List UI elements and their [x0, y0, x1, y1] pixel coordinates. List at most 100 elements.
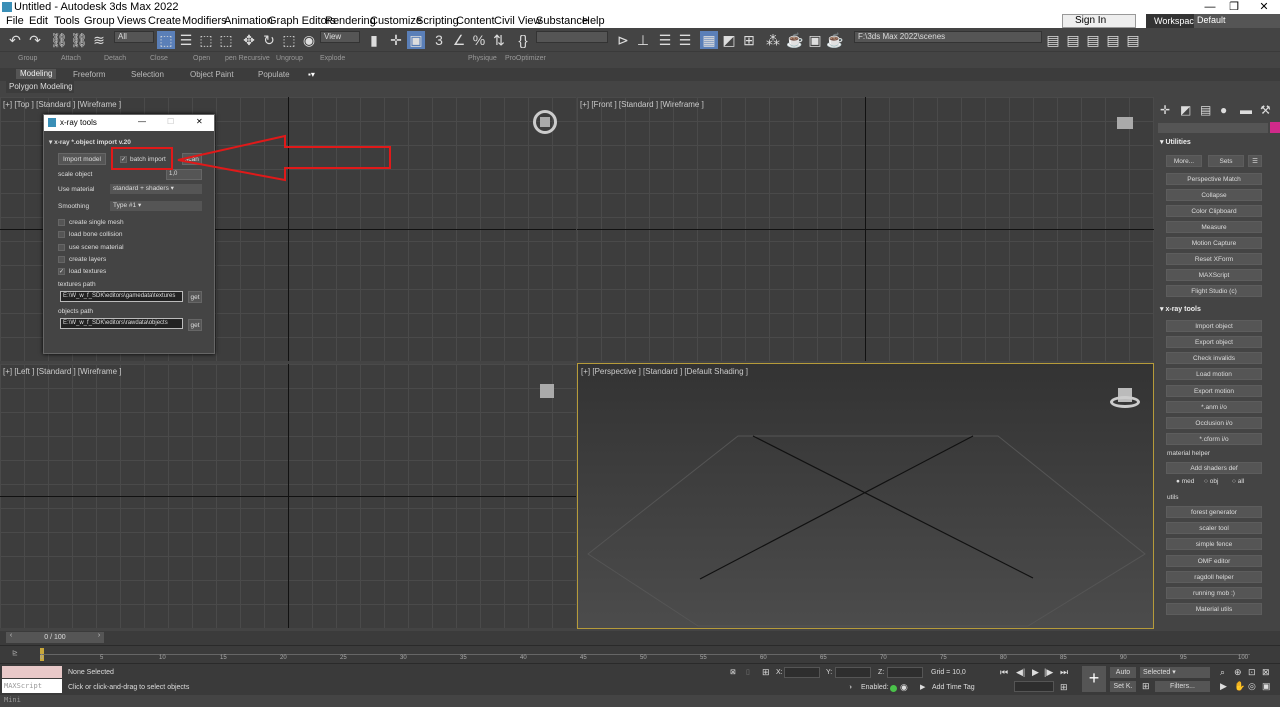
auto-key-button[interactable]: Auto [1110, 667, 1136, 678]
open-recursive-label[interactable]: pen Recursive [225, 55, 270, 62]
project-path-dropdown[interactable]: F:\3ds Max 2022\scenes [854, 31, 1042, 43]
add-time-tag-icon[interactable]: ▶ [920, 683, 925, 691]
redo-icon[interactable]: ↷ [26, 31, 44, 49]
go-to-start-icon[interactable]: ⏮ [1000, 667, 1008, 678]
add-shaders-def-button[interactable]: Add shaders def [1166, 462, 1262, 474]
tab-modeling[interactable]: Modeling [16, 69, 57, 79]
isolate-icon[interactable]: ⊠ [730, 668, 736, 676]
objects-path-field[interactable]: E:\W_w_f_SDK\editors\rawdata\objects [60, 318, 183, 329]
use-scene-material-checkbox[interactable] [58, 244, 65, 251]
maximize-button[interactable]: ❐ [1222, 0, 1246, 14]
key-filter-dropdown[interactable]: Selected ▾ [1140, 667, 1210, 678]
hierarchy-tab-icon[interactable]: ▤ [1200, 103, 1211, 117]
project-folder-icon[interactable]: ▤ [1044, 31, 1062, 49]
x-coord-field[interactable] [784, 667, 820, 678]
material-utils-button[interactable]: Material utils [1166, 603, 1262, 615]
motion-tab-icon[interactable]: ● [1220, 103, 1227, 117]
scaler-tool-button[interactable]: scaler tool [1166, 522, 1262, 534]
textures-get-button[interactable]: get [188, 291, 202, 303]
set-key-button[interactable]: Set K. [1110, 681, 1136, 692]
angle-snap-icon[interactable]: ∠ [450, 31, 468, 49]
select-manipulate-icon[interactable]: ✛ [387, 31, 405, 49]
dialog-close-button[interactable]: ✕ [196, 117, 203, 126]
viewcube-icon[interactable] [540, 384, 554, 398]
viewport-left-label[interactable]: [+] [Left ] [Standard ] [Wireframe ] [3, 367, 122, 376]
motion-capture-button[interactable]: Motion Capture [1166, 237, 1262, 249]
maximize-viewport-icon[interactable]: ▣ [1262, 681, 1271, 692]
utilities-rollout-header[interactable]: ▾ Utilities [1160, 138, 1191, 146]
textures-path-field[interactable]: E:\W_w_f_SDK\editors\gamedata\textures [60, 291, 183, 302]
explode-label[interactable]: Explode [320, 55, 345, 62]
sets-button[interactable]: Sets [1208, 155, 1244, 167]
ungroup-label[interactable]: Ungroup [276, 55, 303, 62]
radio-obj[interactable]: ○ obj [1204, 478, 1218, 485]
tab-freeform[interactable]: Freeform [73, 70, 105, 79]
flight-studio-button[interactable]: Flight Studio (c) [1166, 285, 1262, 297]
scan-button[interactable]: scan [182, 153, 202, 165]
add-time-tag[interactable]: Add Time Tag [932, 684, 975, 691]
rollout-header[interactable]: ▾ x-ray *.object import v.20 [49, 138, 131, 146]
key-filters-button[interactable]: Filters... [1155, 681, 1210, 692]
measure-button[interactable]: Measure [1166, 221, 1262, 233]
radio-med[interactable]: ● med [1176, 478, 1194, 485]
create-layers-checkbox[interactable] [58, 256, 65, 263]
load-bone-collision-checkbox[interactable] [58, 231, 65, 238]
cform-io-button[interactable]: *.cform i/o [1166, 433, 1262, 445]
placement-icon[interactable]: ◉ [300, 31, 318, 49]
curve-editor-icon[interactable]: ◩ [720, 31, 738, 49]
tab-object-paint[interactable]: Object Paint [190, 70, 234, 79]
menu-animation[interactable]: Animation [224, 15, 273, 27]
viewcube-icon[interactable] [1117, 117, 1133, 129]
modify-tab-icon[interactable]: ◩ [1180, 103, 1191, 117]
select-object-icon[interactable]: ⬚ [157, 31, 175, 49]
dialog-title-bar[interactable]: x-ray tools — ☐ ✕ [44, 115, 214, 131]
physique-label[interactable]: Physique [468, 55, 497, 62]
percent-snap-icon[interactable]: % [470, 31, 488, 49]
dialog-minimize-button[interactable]: — [138, 117, 146, 126]
play-icon[interactable]: ▶ [1032, 667, 1039, 678]
reset-xform-button[interactable]: Reset XForm [1166, 253, 1262, 265]
zoom-icon[interactable]: ⌕ [1220, 667, 1225, 678]
toolbar-tool-icon[interactable]: ▤ [1084, 31, 1102, 49]
toolbar-tool-icon[interactable]: ▤ [1104, 31, 1122, 49]
ribbon-toggle-icon[interactable]: ▦ [700, 31, 718, 49]
perspective-match-button[interactable]: Perspective Match [1166, 173, 1262, 185]
group-label[interactable]: Group [18, 55, 37, 62]
track-bar[interactable]: ⊵ 0 5 10 15 20 25 30 35 40 45 50 55 60 6… [0, 645, 1280, 663]
close-button[interactable]: ✕ [1252, 0, 1276, 14]
simple-fence-button[interactable]: simple fence [1166, 538, 1262, 550]
lock-selection-icon[interactable]: ▯ [746, 668, 750, 676]
minimize-button[interactable]: — [1198, 0, 1222, 14]
viewcube-icon[interactable] [1110, 386, 1140, 408]
ref-coord-dropdown[interactable]: View [320, 31, 360, 43]
bind-space-warp-icon[interactable]: ≋ [90, 31, 108, 49]
go-to-end-icon[interactable]: ⏭ [1060, 667, 1068, 678]
abs-mode-icon[interactable]: ⊞ [762, 667, 770, 678]
ribbon-options-icon[interactable]: ▪▾ [308, 70, 315, 79]
time-config-icon[interactable]: ⊞ [1060, 682, 1068, 693]
viewport-front-label[interactable]: [+] [Front ] [Standard ] [Wireframe ] [580, 100, 704, 109]
material-editor-icon[interactable]: ⁂ [764, 31, 782, 49]
undo-icon[interactable]: ↶ [6, 31, 24, 49]
open-label[interactable]: Open [193, 55, 210, 62]
prooptimizer-label[interactable]: ProOptimizer [505, 55, 546, 62]
menu-content[interactable]: Content [456, 15, 495, 27]
maxscript-button[interactable]: MAXScript [1166, 269, 1262, 281]
display-tab-icon[interactable]: ▬ [1240, 103, 1252, 117]
export-object-button[interactable]: Export object [1166, 336, 1262, 348]
workspace-dropdown[interactable]: Default [1194, 14, 1280, 28]
toolbar-tool-icon[interactable]: ▤ [1064, 31, 1082, 49]
tab-populate[interactable]: Populate [258, 70, 290, 79]
snaps-icon[interactable]: 3 [430, 31, 448, 49]
more-button[interactable]: More... [1166, 155, 1202, 167]
utilities-tab-icon[interactable]: ⚒ [1260, 103, 1271, 117]
collapse-button[interactable]: Collapse [1166, 189, 1262, 201]
link-icon[interactable]: ⛓ [50, 31, 68, 49]
keyboard-shortcut-icon[interactable]: ▣ [407, 31, 425, 49]
scene-explorer-icon[interactable]: ☰ [656, 31, 674, 49]
polygon-modeling-tab[interactable]: Polygon Modeling [6, 81, 74, 93]
scale-object-spinner[interactable]: 1,0 [166, 169, 202, 180]
rotate-icon[interactable]: ↻ [260, 31, 278, 49]
export-motion-button[interactable]: Export motion [1166, 385, 1262, 397]
panel-name-field[interactable] [1158, 123, 1268, 133]
